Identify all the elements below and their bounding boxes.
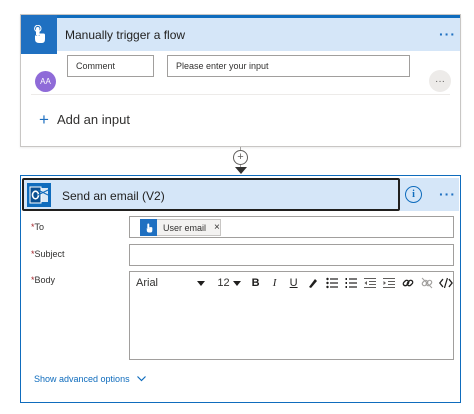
trigger-input-row: AA Comment Please enter your input ··· <box>21 51 460 109</box>
add-input-button[interactable]: + Add an input <box>39 111 130 128</box>
input-name-field[interactable]: Comment <box>67 55 154 77</box>
subject-label: *Subject <box>31 249 65 259</box>
send-email-card[interactable]: Send an email (V2) i ··· *To User email … <box>20 175 461 403</box>
link-icon[interactable] <box>401 275 414 291</box>
unlink-icon[interactable] <box>420 275 433 291</box>
touch-hand-icon <box>140 219 157 236</box>
outlook-icon <box>27 183 51 207</box>
trigger-card[interactable]: Manually trigger a flow ··· AA Comment P… <box>20 14 461 147</box>
action-title: Send an email (V2) <box>62 189 165 203</box>
trigger-header[interactable]: Manually trigger a flow ··· <box>21 15 460 54</box>
editor-toolbar: Arial 12 B I U <box>130 272 453 294</box>
code-view-icon[interactable] <box>439 275 453 291</box>
font-family-select[interactable]: Arial <box>136 275 207 291</box>
bullet-list-icon[interactable] <box>325 275 338 291</box>
show-advanced-label: Show advanced options <box>34 374 130 384</box>
underline-button[interactable]: U <box>287 275 300 291</box>
show-advanced-options-link[interactable]: Show advanced options <box>34 374 146 384</box>
font-size-value: 12 <box>217 277 230 289</box>
chevron-down-icon <box>136 374 146 384</box>
action-header[interactable]: Send an email (V2) <box>22 178 400 211</box>
to-label: *To <box>31 222 45 232</box>
bold-button[interactable]: B <box>249 275 262 291</box>
insert-step-button[interactable]: + <box>233 150 248 165</box>
subject-field[interactable] <box>129 244 454 266</box>
touch-hand-icon <box>21 15 57 54</box>
numbered-list-icon[interactable] <box>344 275 357 291</box>
increase-indent-icon[interactable] <box>382 275 395 291</box>
add-input-label: Add an input <box>56 112 130 127</box>
font-size-select[interactable]: 12 <box>217 277 243 289</box>
input-row-more-button[interactable]: ··· <box>429 70 451 92</box>
trigger-title: Manually trigger a flow <box>65 28 186 42</box>
highlighter-icon[interactable] <box>306 275 319 291</box>
input-placeholder-field[interactable]: Please enter your input <box>167 55 410 77</box>
body-label: *Body <box>31 275 56 285</box>
avatar: AA <box>35 71 56 92</box>
font-family-value: Arial <box>136 277 159 289</box>
to-field[interactable]: User email × <box>129 216 454 238</box>
chevron-down-icon <box>233 280 242 286</box>
token-remove-icon[interactable]: × <box>214 222 220 233</box>
token-label: User email <box>163 222 207 233</box>
italic-button[interactable]: I <box>268 275 281 291</box>
user-email-token[interactable]: User email × <box>140 219 221 236</box>
decrease-indent-icon[interactable] <box>363 275 376 291</box>
chevron-down-icon <box>197 280 206 286</box>
action-more-button[interactable]: ··· <box>439 186 456 202</box>
body-editor[interactable]: Arial 12 B I U <box>129 271 454 360</box>
arrow-down-icon <box>235 167 247 174</box>
plus-icon: + <box>39 110 49 129</box>
divider <box>31 94 450 95</box>
trigger-more-button[interactable]: ··· <box>439 26 456 42</box>
info-icon[interactable]: i <box>405 186 422 203</box>
